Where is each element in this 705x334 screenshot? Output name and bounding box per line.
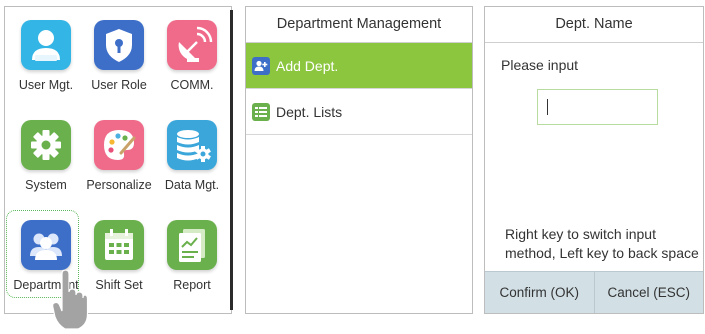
dialog-footer: Confirm (OK) Cancel (ESC) [485,271,703,313]
menu-item-label: Dept. Lists [276,103,343,120]
menu-item-add-dept[interactable]: Add Dept. [246,43,472,89]
input-prompt: Please input [501,57,579,73]
menu-tile-personalize[interactable]: Personalize [82,120,156,192]
menu-tile-data-mgt[interactable]: Data Mgt. [155,120,229,192]
menu-tile-report[interactable]: Report [155,220,229,292]
calendar-icon [94,220,144,270]
menu-scrollbar[interactable] [230,10,233,310]
menu-tile-label: Shift Set [95,278,143,292]
add-people-icon [252,56,270,75]
menu-tile-label: System [25,178,67,192]
user-icon [21,20,71,70]
menu-tile-user-role[interactable]: User Role [82,20,156,92]
menu-tile-user-mgt[interactable]: User Mgt. [9,20,83,92]
menu-item-dept-lists[interactable]: Dept. Lists [246,89,472,135]
confirm-button[interactable]: Confirm (OK) [485,272,594,313]
database-gear-icon [167,120,217,170]
dept-name-panel: Dept. Name Please input Right key to swi… [484,6,704,314]
palette-icon [94,120,144,170]
menu-tile-shift-set[interactable]: Shift Set [82,220,156,292]
menu-item-label: Add Dept. [276,57,339,74]
list-icon [252,102,270,121]
menu-tile-comm[interactable]: COMM. [155,20,229,92]
department-management-panel: Department Management Add Dept. Dept. Li… [245,6,473,314]
gear-icon [21,120,71,170]
menu-tile-label: User Mgt. [18,78,74,92]
people-icon [21,220,71,270]
panel-title: Dept. Name [485,7,703,43]
input-hint: Right key to switch input method, Left k… [505,226,699,261]
menu-tile-label: COMM. [170,78,214,92]
menu-tile-label: User Role [91,78,147,92]
panel-title: Department Management [246,7,472,43]
cancel-button[interactable]: Cancel (ESC) [593,272,704,313]
shield-icon [94,20,144,70]
main-menu-panel: User Mgt. User Role COMM. System Persona… [4,6,232,314]
menu-tile-label: Data Mgt. [164,178,220,192]
report-icon [167,220,217,270]
dept-name-input[interactable] [537,89,658,125]
satellite-dish-icon [167,20,217,70]
pointing-hand-icon [52,269,89,334]
menu-tile-system[interactable]: System [9,120,83,192]
text-caret [547,99,548,115]
menu-tile-label: Report [173,278,211,292]
menu-tile-label: Personalize [86,178,152,192]
